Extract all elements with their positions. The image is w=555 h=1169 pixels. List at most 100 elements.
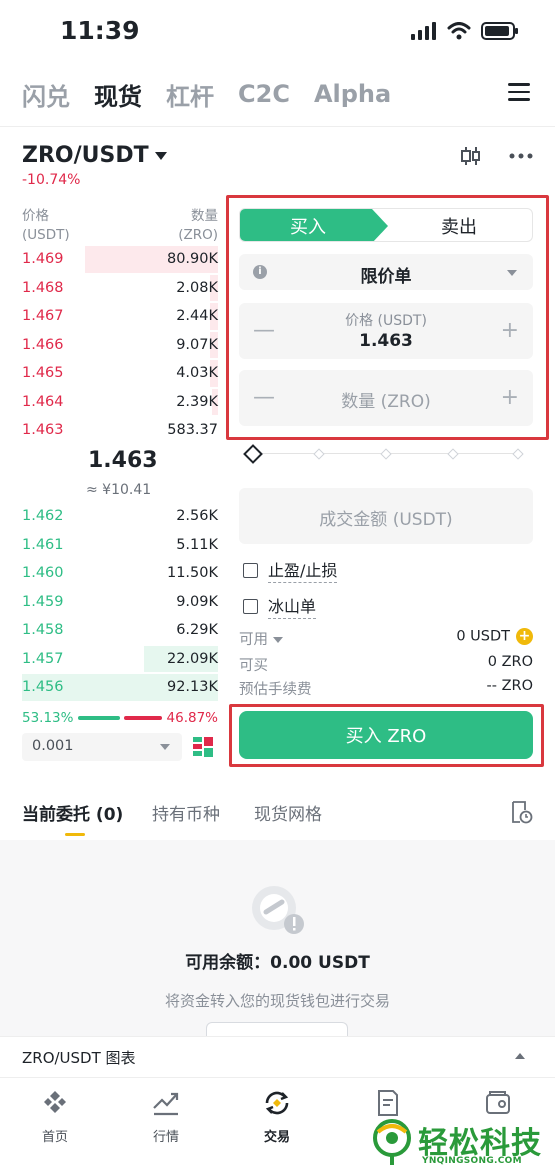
buy-tab[interactable]: 买入 (240, 209, 388, 241)
tab-open-orders[interactable]: 当前委托 (0) (22, 800, 123, 825)
pair-name: ZRO/USDT (22, 143, 149, 168)
more-icon[interactable] (509, 152, 533, 160)
orderbook-qty: 5.11K (176, 536, 218, 553)
chevron-up-icon[interactable] (515, 1053, 525, 1059)
orderbook-price: 1.464 (22, 393, 64, 410)
battery-icon (481, 22, 518, 40)
nav-home[interactable]: 首页 (25, 1088, 85, 1145)
slider-tick-50[interactable] (380, 448, 392, 460)
sell-tab[interactable]: 卖出 (386, 209, 532, 241)
fee-label: 预估手续费 (239, 682, 312, 698)
tab-holdings[interactable]: 持有币种 (152, 800, 220, 825)
orderbook-row[interactable]: 1.464 2.39K (22, 388, 218, 417)
order-type-label: 限价单 (360, 267, 412, 287)
tab-margin[interactable]: 杠杆 (166, 77, 214, 112)
quantity-input[interactable]: — 数量 (ZRO) + (239, 370, 533, 426)
orderbook-qty: 6.29K (176, 622, 218, 639)
orderbook-qty: 2.44K (176, 308, 218, 325)
nav-trade[interactable]: 交易 (247, 1088, 307, 1145)
orderbook-row[interactable]: 1.456 92.13K (22, 673, 218, 702)
order-history-icon[interactable] (509, 800, 533, 824)
orderbook-row[interactable]: 1.466 9.07K (22, 331, 218, 360)
tab-spot-grid[interactable]: 现货网格 (254, 800, 322, 825)
tpsl-option[interactable]: 止盈/止损 (243, 557, 338, 583)
orderbook-row[interactable]: 1.469 80.90K (22, 245, 218, 274)
iceberg-option[interactable]: 冰山单 (243, 593, 317, 619)
tpsl-label: 止盈/止损 (268, 557, 338, 583)
iceberg-checkbox[interactable] (243, 598, 258, 614)
orderbook-row[interactable]: 1.462 2.56K (22, 502, 218, 531)
available-label[interactable]: 可用 (239, 628, 283, 649)
total-input[interactable]: 成交金额 (USDT) (239, 488, 533, 544)
qty-unit: (ZRO) (178, 227, 218, 243)
side-toggle: 买入 卖出 (239, 208, 533, 242)
orderbook-row[interactable]: 1.457 22.09K (22, 645, 218, 674)
wallet-icon (486, 1091, 510, 1114)
orderbook-row[interactable]: 1.460 11.50K (22, 559, 218, 588)
orderbook-qty: 2.39K (176, 393, 218, 410)
slider-tick-100[interactable] (512, 448, 524, 460)
orderbook-price: 1.463 (22, 422, 64, 439)
chart-bar-label: ZRO/USDT 图表 (22, 1049, 136, 1067)
orderbook-row[interactable]: 1.465 4.03K (22, 359, 218, 388)
orderbook-row[interactable]: 1.468 2.08K (22, 274, 218, 303)
precision-value: 0.001 (32, 738, 74, 754)
available-balance: 可用余额：0.00 USDT (185, 953, 370, 973)
orderbook-price: 1.465 (22, 365, 64, 382)
tpsl-checkbox[interactable] (243, 562, 258, 578)
sell-ratio: 46.87% (166, 710, 218, 726)
slider-tick-75[interactable] (447, 448, 459, 460)
add-funds-icon[interactable]: + (516, 628, 533, 645)
nav-markets[interactable]: 行情 (136, 1088, 196, 1145)
amount-slider[interactable] (243, 444, 524, 464)
orderbook-row[interactable]: 1.463 583.37 (22, 416, 218, 445)
orderbook-row[interactable]: 1.458 6.29K (22, 616, 218, 645)
plus-icon[interactable]: + (501, 385, 519, 410)
buy-submit-button[interactable]: 买入 ZRO (239, 711, 533, 759)
orderbook-layout-icon[interactable] (192, 736, 214, 758)
chevron-down-icon (273, 637, 283, 643)
empty-wallet-icon (252, 886, 304, 934)
last-price[interactable]: 1.463 (88, 448, 158, 473)
tab-spot[interactable]: 现货 (94, 77, 142, 112)
orderbook-price: 1.468 (22, 279, 64, 296)
quantity-placeholder: 数量 (ZRO) (341, 392, 431, 412)
iceberg-label: 冰山单 (268, 593, 317, 619)
price-input[interactable]: — 价格 (USDT) 1.463 + (239, 303, 533, 359)
status-time: 11:39 (60, 16, 140, 45)
last-price-cny: ≈ ¥10.41 (86, 482, 152, 498)
orderbook-price: 1.461 (22, 536, 64, 553)
trade-icon (265, 1091, 289, 1115)
chart-toggle-bar[interactable]: ZRO/USDT 图表 (0, 1036, 555, 1076)
watermark-subtext: YNQINGSONG.COM (422, 1156, 522, 1166)
price-header: 价格 (22, 208, 49, 224)
can-buy-label: 可买 (239, 658, 268, 674)
qty-header: 数量 (191, 208, 218, 224)
plus-icon[interactable]: + (501, 318, 519, 343)
slider-tick-25[interactable] (313, 448, 325, 460)
orderbook-qty: 11.50K (166, 565, 218, 582)
tab-c2c[interactable]: C2C (238, 80, 290, 108)
pair-selector[interactable]: ZRO/USDT (22, 143, 167, 168)
pair-actions (459, 144, 533, 168)
precision-select[interactable]: 0.001 (22, 733, 182, 761)
tab-convert[interactable]: 闪兑 (22, 77, 70, 112)
watermark-logo-icon (373, 1119, 411, 1165)
price-input-value[interactable]: 1.463 (239, 331, 533, 351)
order-type-select[interactable]: i 限价单 (239, 254, 533, 290)
chevron-down-icon (160, 744, 170, 750)
watermark-logo: 轻松科技 YNQINGSONG.COM (366, 1118, 555, 1168)
signal-icon (411, 22, 436, 40)
orderbook-row[interactable]: 1.459 9.09K (22, 588, 218, 617)
price-input-label: 价格 (USDT) (345, 313, 427, 329)
orderbook-price: 1.467 (22, 308, 64, 325)
slider-handle[interactable] (243, 444, 263, 464)
orderbook-price: 1.457 (22, 650, 64, 667)
menu-icon[interactable] (505, 78, 533, 106)
available-value: 0 USDT + (456, 628, 533, 645)
orderbook-row[interactable]: 1.467 2.44K (22, 302, 218, 331)
markets-icon (153, 1092, 179, 1116)
tab-alpha[interactable]: Alpha (314, 80, 391, 108)
orderbook-row[interactable]: 1.461 5.11K (22, 531, 218, 560)
candlestick-chart-icon[interactable] (459, 144, 483, 168)
